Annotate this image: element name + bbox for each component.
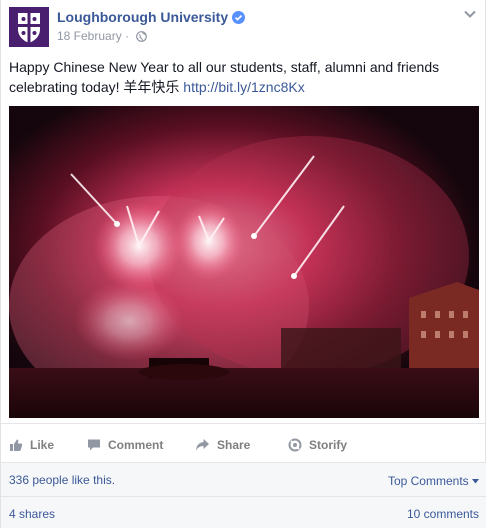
caret-down-icon xyxy=(472,473,479,487)
share-arrow-icon xyxy=(196,439,209,451)
shares-count-link[interactable]: 4 shares xyxy=(9,507,55,521)
post-date[interactable]: 18 February xyxy=(57,29,122,43)
post-meta: 18 February · xyxy=(57,29,148,45)
likes-summary-row: 336 people like this. Top Comments xyxy=(1,463,486,496)
meta-separator: · xyxy=(125,29,130,43)
facebook-post-card: Loughborough University 18 February · Ha… xyxy=(0,0,486,528)
top-comments-label: Top Comments xyxy=(387,474,469,488)
thumbs-up-icon xyxy=(10,439,23,451)
post-photo[interactable] xyxy=(9,106,479,418)
likes-count-link[interactable]: 336 people like this. xyxy=(9,473,115,487)
storify-icon xyxy=(288,438,302,452)
university-crest-icon xyxy=(9,7,49,47)
top-comments-dropdown[interactable]: Top Comments xyxy=(388,473,479,488)
verified-badge-icon xyxy=(232,11,246,27)
page-avatar[interactable] xyxy=(9,7,49,47)
storify-button[interactable]: Storify xyxy=(288,431,347,459)
comment-bubble-icon xyxy=(88,439,100,451)
comment-button[interactable]: Comment xyxy=(87,431,163,459)
divider xyxy=(1,423,486,424)
post-link[interactable]: http://bit.ly/1znc8Kx xyxy=(183,79,304,95)
chevron-down-icon[interactable] xyxy=(463,7,477,21)
like-label: Like xyxy=(30,438,55,452)
like-button[interactable]: Like xyxy=(9,431,54,459)
share-button[interactable]: Share xyxy=(195,431,250,459)
page-name-link[interactable]: Loughborough University xyxy=(57,9,228,25)
share-label: Share xyxy=(217,438,251,452)
post-header: Loughborough University 18 February · xyxy=(9,7,477,47)
shares-comments-row: 4 shares 10 comments xyxy=(1,497,486,528)
fireworks-photo xyxy=(9,106,479,418)
page-name-row: Loughborough University xyxy=(57,9,246,27)
action-bar: Like Comment Share Storify xyxy=(1,431,486,459)
comment-label: Comment xyxy=(108,438,164,452)
globe-icon xyxy=(136,31,148,45)
comments-count-link[interactable]: 10 comments xyxy=(407,507,479,521)
post-message: Happy Chinese New Year to all our studen… xyxy=(9,57,471,97)
storify-label: Storify xyxy=(309,438,348,452)
